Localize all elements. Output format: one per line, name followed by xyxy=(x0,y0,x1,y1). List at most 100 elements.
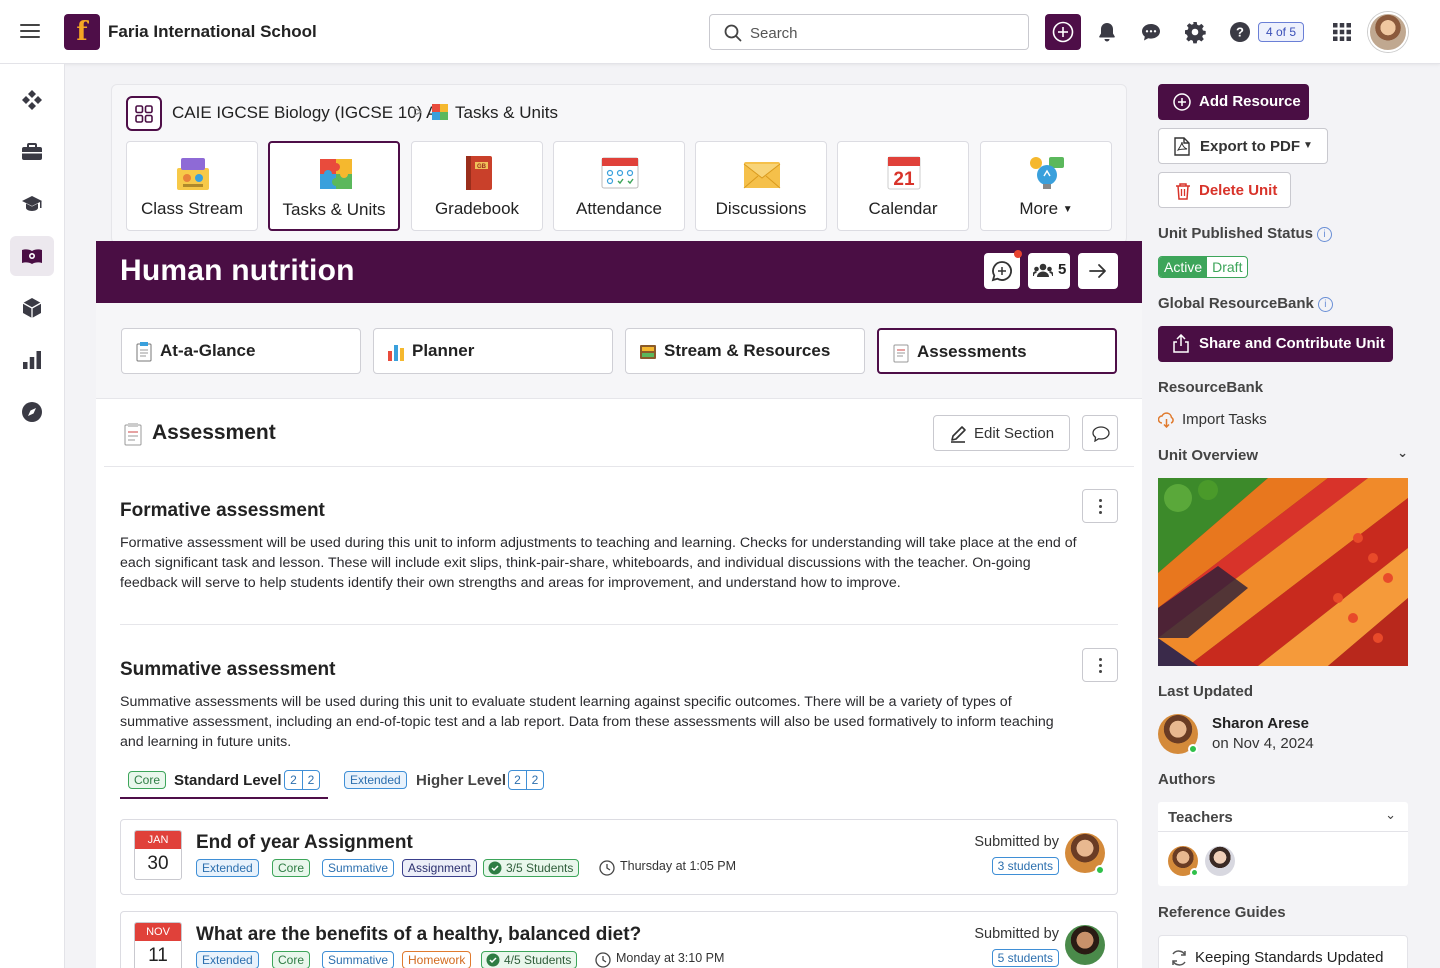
subtab-label: At-a-Glance xyxy=(160,341,256,360)
trash-icon xyxy=(1176,183,1190,200)
text-line: Formative assessment will be used during… xyxy=(120,535,1077,551)
reference-guide-item[interactable]: Keeping Standards Updated xyxy=(1158,935,1408,968)
status-draft[interactable]: Draft xyxy=(1207,257,1247,277)
grid-icon xyxy=(135,105,153,123)
gear-icon[interactable] xyxy=(1183,20,1207,44)
unit-chat-button[interactable] xyxy=(984,250,1022,289)
module-discussions[interactable]: Discussions xyxy=(695,141,827,231)
text-line: Summative assessments will be used durin… xyxy=(120,694,1012,710)
global-resourcebank-label: Global ResourceBank i xyxy=(1158,295,1333,312)
info-icon[interactable]: i xyxy=(1317,297,1333,312)
subtab-label: Planner xyxy=(412,341,475,360)
task-date: JAN 30 xyxy=(134,830,182,880)
nav-reports[interactable] xyxy=(10,340,54,380)
help-icon[interactable]: ? xyxy=(1228,20,1252,44)
task-title[interactable]: What are the benefits of a healthy, bala… xyxy=(196,924,641,946)
level-tab-standard[interactable]: Core Standard Level 22 xyxy=(120,769,328,799)
last-updated-label: Last Updated xyxy=(1158,683,1254,700)
breadcrumb-course[interactable]: CAIE IGCSE Biology (IGCSE 10) A xyxy=(172,103,437,123)
section-comment-button[interactable] xyxy=(1082,415,1118,451)
create-button[interactable] xyxy=(1045,14,1081,50)
export-pdf-label: Export to PDF xyxy=(1200,138,1300,155)
course-menu-button[interactable] xyxy=(126,96,162,131)
assessment-doc-icon xyxy=(893,344,909,363)
comment-icon xyxy=(1092,426,1110,442)
delete-unit-button[interactable]: Delete Unit xyxy=(1158,172,1291,208)
nav-resources[interactable] xyxy=(10,288,54,328)
info-icon[interactable]: i xyxy=(1317,227,1333,242)
left-nav xyxy=(0,64,65,968)
subtab-stream-resources[interactable]: Stream & Resources xyxy=(625,328,865,374)
divider xyxy=(120,624,1118,625)
module-calendar[interactable]: 21 Calendar xyxy=(837,141,969,231)
subtab-at-a-glance[interactable]: At-a-Glance xyxy=(121,328,361,374)
guide-title: Keeping Standards Updated xyxy=(1195,949,1384,966)
nav-explore[interactable] xyxy=(10,392,54,432)
level-tab-higher[interactable]: Extended Higher Level 22 xyxy=(344,769,554,799)
next-unit-button[interactable] xyxy=(1078,253,1118,289)
module-label: Class Stream xyxy=(140,199,244,218)
user-avatar[interactable] xyxy=(1368,12,1408,52)
module-more[interactable]: More ▼ xyxy=(980,141,1112,231)
summative-more-button[interactable] xyxy=(1082,648,1118,682)
bell-icon[interactable] xyxy=(1095,20,1119,44)
module-attendance[interactable]: Attendance xyxy=(553,141,685,231)
nav-portfolio[interactable] xyxy=(10,132,54,172)
chevron-down-icon: ⌄ xyxy=(1385,807,1396,822)
formative-heading: Formative assessment xyxy=(120,500,325,521)
unit-overview-toggle[interactable]: Unit Overview ⌄ xyxy=(1158,445,1408,464)
updated-by-name[interactable]: Sharon Arese xyxy=(1212,715,1309,732)
share-contribute-button[interactable]: Share and Contribute Unit xyxy=(1158,326,1393,362)
check-circle-icon xyxy=(486,953,500,967)
apps-grid-icon[interactable] xyxy=(1330,20,1354,44)
task-month: JAN xyxy=(135,831,181,849)
subtab-assessments[interactable]: Assessments xyxy=(877,328,1117,374)
task-title[interactable]: End of year Assignment xyxy=(196,832,413,854)
tag-homework: Homework xyxy=(402,951,472,968)
edit-section-button[interactable]: Edit Section xyxy=(933,415,1070,451)
tag-extended: Extended xyxy=(196,859,259,877)
teachers-toggle[interactable]: Teachers ⌄ xyxy=(1158,802,1408,832)
export-pdf-button[interactable]: Export to PDF ▼ xyxy=(1158,128,1328,164)
task-card[interactable]: JAN 30 End of year Assignment Extended C… xyxy=(120,819,1118,895)
module-label: Gradebook xyxy=(434,199,520,218)
nav-classes[interactable] xyxy=(10,236,54,276)
import-tasks-link[interactable]: Import Tasks xyxy=(1158,410,1308,430)
chat-icon[interactable] xyxy=(1139,20,1163,44)
chevron-down-icon: ▼ xyxy=(1062,204,1073,215)
section-title: Assessment xyxy=(152,421,276,444)
menu-icon[interactable] xyxy=(18,20,42,44)
status-active[interactable]: Active xyxy=(1159,257,1208,277)
summative-text: Summative assessments will be used durin… xyxy=(120,692,1120,752)
task-card[interactable]: NOV 11 What are the benefits of a health… xyxy=(120,911,1118,968)
subtab-label: Assessments xyxy=(917,342,1027,361)
module-gradebook[interactable]: GB Gradebook xyxy=(411,141,543,231)
unit-students-button[interactable]: 5 xyxy=(1028,253,1070,289)
search-box[interactable] xyxy=(709,14,1029,50)
calendar-icon: 21 xyxy=(887,156,921,190)
subtab-planner[interactable]: Planner xyxy=(373,328,613,374)
page-count-badge[interactable]: 4 of 5 xyxy=(1258,22,1305,42)
formative-more-button[interactable] xyxy=(1082,489,1118,523)
submitted-count[interactable]: 5 students xyxy=(991,949,1059,967)
school-logo[interactable]: f xyxy=(64,14,100,50)
section-divider xyxy=(104,466,1134,467)
submitted-count[interactable]: 3 students xyxy=(991,857,1059,875)
school-name[interactable]: Faria International School xyxy=(108,22,317,42)
module-class-stream[interactable]: Class Stream xyxy=(126,141,258,231)
module-tasks-units[interactable]: Tasks & Units xyxy=(268,141,400,231)
add-resource-button[interactable]: Add Resource xyxy=(1158,84,1309,120)
publish-status-toggle[interactable]: Active Draft xyxy=(1158,256,1249,278)
briefcase-icon xyxy=(22,143,42,160)
class-stream-icon xyxy=(177,158,209,190)
pencil-icon xyxy=(951,426,966,443)
nav-academics[interactable] xyxy=(10,184,54,224)
edit-section-label: Edit Section xyxy=(974,425,1055,442)
search-input[interactable] xyxy=(750,21,1020,45)
nav-dashboard[interactable] xyxy=(10,80,54,120)
teacher-avatar[interactable] xyxy=(1205,846,1235,876)
task-meta: Extended Core Summative Homework 4/5 Stu… xyxy=(196,950,896,968)
unit-title: Human nutrition xyxy=(120,254,355,287)
text-line: each significant task and lesson. These … xyxy=(120,555,1031,571)
task-time: Thursday at 1:05 PM xyxy=(620,859,737,873)
